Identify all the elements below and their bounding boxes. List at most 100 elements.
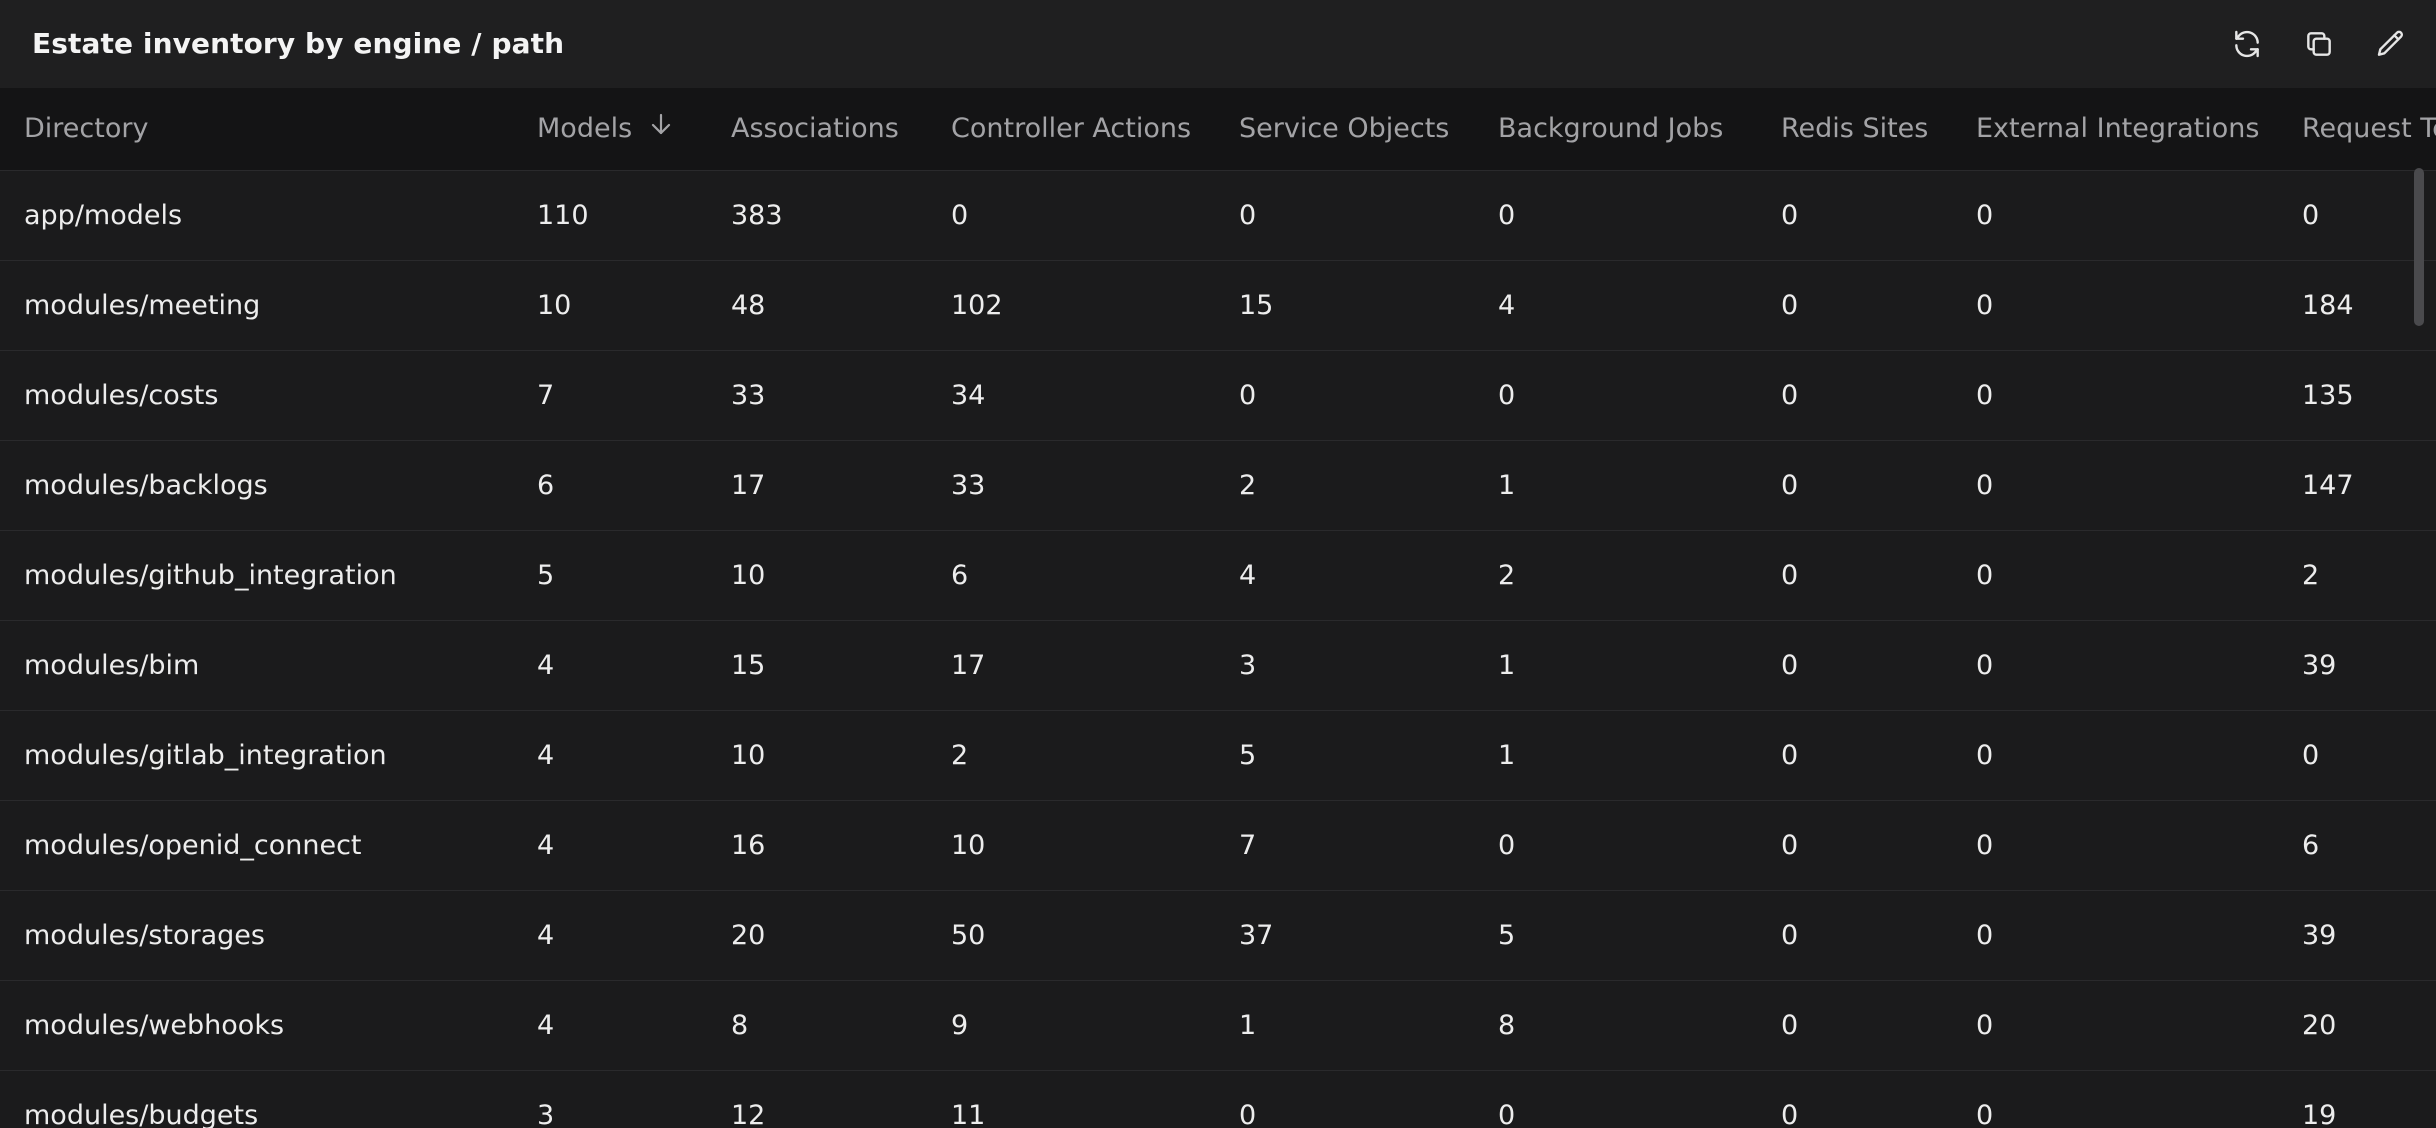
cell-redis-sites: 0 xyxy=(1757,620,1952,711)
cell-external-integrations: 0 xyxy=(1952,350,2278,441)
cell-controller-actions: 6 xyxy=(927,530,1215,621)
table-row[interactable]: modules/costs 7 33 34 0 0 0 0 135 xyxy=(0,350,2436,441)
panel-header: Estate inventory by engine / path xyxy=(0,0,2436,88)
cell-directory: modules/budgets xyxy=(0,1070,513,1128)
cell-external-integrations: 0 xyxy=(1952,620,2278,711)
refresh-button[interactable] xyxy=(2227,24,2267,64)
cell-models: 4 xyxy=(513,800,707,891)
cell-redis-sites: 0 xyxy=(1757,890,1952,981)
inventory-panel: Estate inventory by engine / path Direct… xyxy=(0,0,2436,1128)
table-row[interactable]: modules/github_integration 5 10 6 4 2 0 … xyxy=(0,530,2436,621)
cell-associations: 15 xyxy=(707,620,927,711)
table-row[interactable]: modules/webhooks 4 8 9 1 8 0 0 20 xyxy=(0,980,2436,1071)
cell-external-integrations: 0 xyxy=(1952,890,2278,981)
table-row[interactable]: modules/storages 4 20 50 37 5 0 0 39 xyxy=(0,890,2436,981)
cell-controller-actions: 50 xyxy=(927,890,1215,981)
cell-background-jobs: 1 xyxy=(1474,440,1757,531)
cell-models: 4 xyxy=(513,620,707,711)
cell-associations: 48 xyxy=(707,260,927,351)
cell-directory: app/models xyxy=(0,170,513,261)
cell-redis-sites: 0 xyxy=(1757,800,1952,891)
table-row[interactable]: app/models 110 383 0 0 0 0 0 0 xyxy=(0,170,2436,261)
cell-controller-actions: 17 xyxy=(927,620,1215,711)
cell-models: 3 xyxy=(513,1070,707,1128)
cell-associations: 8 xyxy=(707,980,927,1071)
cell-controller-actions: 11 xyxy=(927,1070,1215,1128)
column-header-external-integrations[interactable]: External Integrations xyxy=(1952,88,2278,171)
cell-request-te: 39 xyxy=(2278,620,2436,711)
column-header-request-te[interactable]: Request Te xyxy=(2278,88,2436,171)
cell-service-objects: 2 xyxy=(1215,440,1474,531)
cell-directory: modules/github_integration xyxy=(0,530,513,621)
cell-redis-sites: 0 xyxy=(1757,530,1952,621)
table-row[interactable]: modules/meeting 10 48 102 15 4 0 0 184 xyxy=(0,260,2436,351)
table-container[interactable]: Directory Models Associations Controller… xyxy=(0,88,2436,1128)
cell-directory: modules/bim xyxy=(0,620,513,711)
cell-controller-actions: 10 xyxy=(927,800,1215,891)
cell-external-integrations: 0 xyxy=(1952,980,2278,1071)
table-row[interactable]: modules/budgets 3 12 11 0 0 0 0 19 xyxy=(0,1070,2436,1128)
cell-background-jobs: 0 xyxy=(1474,170,1757,261)
copy-button[interactable] xyxy=(2299,24,2339,64)
cell-service-objects: 1 xyxy=(1215,980,1474,1071)
column-header-redis-sites[interactable]: Redis Sites xyxy=(1757,88,1952,171)
cell-controller-actions: 0 xyxy=(927,170,1215,261)
edit-button[interactable] xyxy=(2371,24,2411,64)
cell-redis-sites: 0 xyxy=(1757,350,1952,441)
cell-service-objects: 3 xyxy=(1215,620,1474,711)
cell-service-objects: 4 xyxy=(1215,530,1474,621)
cell-request-te: 2 xyxy=(2278,530,2436,621)
cell-models: 5 xyxy=(513,530,707,621)
refresh-icon xyxy=(2235,30,2259,58)
cell-controller-actions: 2 xyxy=(927,710,1215,801)
column-header-controller-actions[interactable]: Controller Actions xyxy=(927,88,1215,171)
cell-request-te: 0 xyxy=(2278,710,2436,801)
column-header-service-objects[interactable]: Service Objects xyxy=(1215,88,1474,171)
cell-controller-actions: 9 xyxy=(927,980,1215,1071)
vertical-scrollbar-thumb[interactable] xyxy=(2414,168,2424,326)
cell-associations: 17 xyxy=(707,440,927,531)
cell-external-integrations: 0 xyxy=(1952,440,2278,531)
cell-directory: modules/openid_connect xyxy=(0,800,513,891)
cell-background-jobs: 4 xyxy=(1474,260,1757,351)
cell-models: 4 xyxy=(513,980,707,1071)
cell-request-te: 147 xyxy=(2278,440,2436,531)
cell-request-te: 0 xyxy=(2278,170,2436,261)
cell-external-integrations: 0 xyxy=(1952,260,2278,351)
cell-associations: 16 xyxy=(707,800,927,891)
cell-request-te: 39 xyxy=(2278,890,2436,981)
cell-redis-sites: 0 xyxy=(1757,1070,1952,1128)
pencil-icon xyxy=(2377,30,2404,56)
cell-service-objects: 5 xyxy=(1215,710,1474,801)
cell-redis-sites: 0 xyxy=(1757,170,1952,261)
table-row[interactable]: modules/gitlab_integration 4 10 2 5 1 0 … xyxy=(0,710,2436,801)
cell-models: 7 xyxy=(513,350,707,441)
column-header-associations[interactable]: Associations xyxy=(707,88,927,171)
column-header-background-jobs[interactable]: Background Jobs xyxy=(1474,88,1757,171)
cell-request-te: 184 xyxy=(2278,260,2436,351)
cell-redis-sites: 0 xyxy=(1757,710,1952,801)
cell-external-integrations: 0 xyxy=(1952,530,2278,621)
cell-associations: 10 xyxy=(707,710,927,801)
sort-descending-icon xyxy=(650,112,672,143)
cell-request-te: 6 xyxy=(2278,800,2436,891)
cell-service-objects: 7 xyxy=(1215,800,1474,891)
cell-directory: modules/backlogs xyxy=(0,440,513,531)
column-header-directory[interactable]: Directory xyxy=(0,88,513,171)
cell-redis-sites: 0 xyxy=(1757,440,1952,531)
table-row[interactable]: modules/openid_connect 4 16 10 7 0 0 0 6 xyxy=(0,800,2436,891)
cell-models: 4 xyxy=(513,710,707,801)
column-header-models[interactable]: Models xyxy=(513,88,707,171)
table-row[interactable]: modules/bim 4 15 17 3 1 0 0 39 xyxy=(0,620,2436,711)
cell-controller-actions: 102 xyxy=(927,260,1215,351)
cell-background-jobs: 0 xyxy=(1474,350,1757,441)
cell-background-jobs: 1 xyxy=(1474,710,1757,801)
cell-directory: modules/storages xyxy=(0,890,513,981)
cell-external-integrations: 0 xyxy=(1952,170,2278,261)
cell-models: 10 xyxy=(513,260,707,351)
cell-service-objects: 37 xyxy=(1215,890,1474,981)
table-row[interactable]: modules/backlogs 6 17 33 2 1 0 0 147 xyxy=(0,440,2436,531)
cell-redis-sites: 0 xyxy=(1757,260,1952,351)
copy-icon xyxy=(2307,32,2331,56)
cell-background-jobs: 0 xyxy=(1474,1070,1757,1128)
